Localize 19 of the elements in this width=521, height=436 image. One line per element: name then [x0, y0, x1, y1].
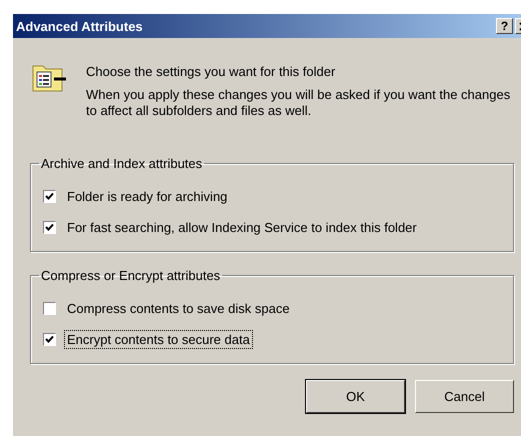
checkbox-label[interactable]: Compress contents to save disk space [64, 299, 293, 318]
check-icon [45, 223, 54, 232]
intro-text: When you apply these changes you will be asked if you want the changes to affect all subfolders and files as well. [86, 87, 512, 119]
dialog-button[interactable]: Cancel [415, 380, 514, 413]
help-button[interactable]: ? [496, 18, 513, 34]
checkbox-label[interactable]: Encrypt contents to secure data [64, 330, 253, 349]
checkbox[interactable] [43, 190, 56, 203]
checkbox[interactable] [43, 221, 56, 234]
group-title: Compress or Encrypt attributes [40, 268, 222, 283]
intro-heading: Choose the settings you want for this folder [86, 64, 336, 80]
group-title: Archive and Index attributes [40, 156, 204, 171]
window-title: Advanced Attributes [16, 18, 144, 34]
dialog-button[interactable]: OK [306, 380, 405, 413]
checkbox-label[interactable]: Folder is ready for archiving [64, 187, 230, 206]
checkbox-label[interactable]: For fast searching, allow Indexing Service to index this folder [64, 218, 420, 237]
check-icon [45, 192, 54, 201]
checkbox[interactable] [43, 333, 56, 346]
checkbox[interactable] [43, 302, 56, 315]
check-icon [45, 335, 54, 344]
